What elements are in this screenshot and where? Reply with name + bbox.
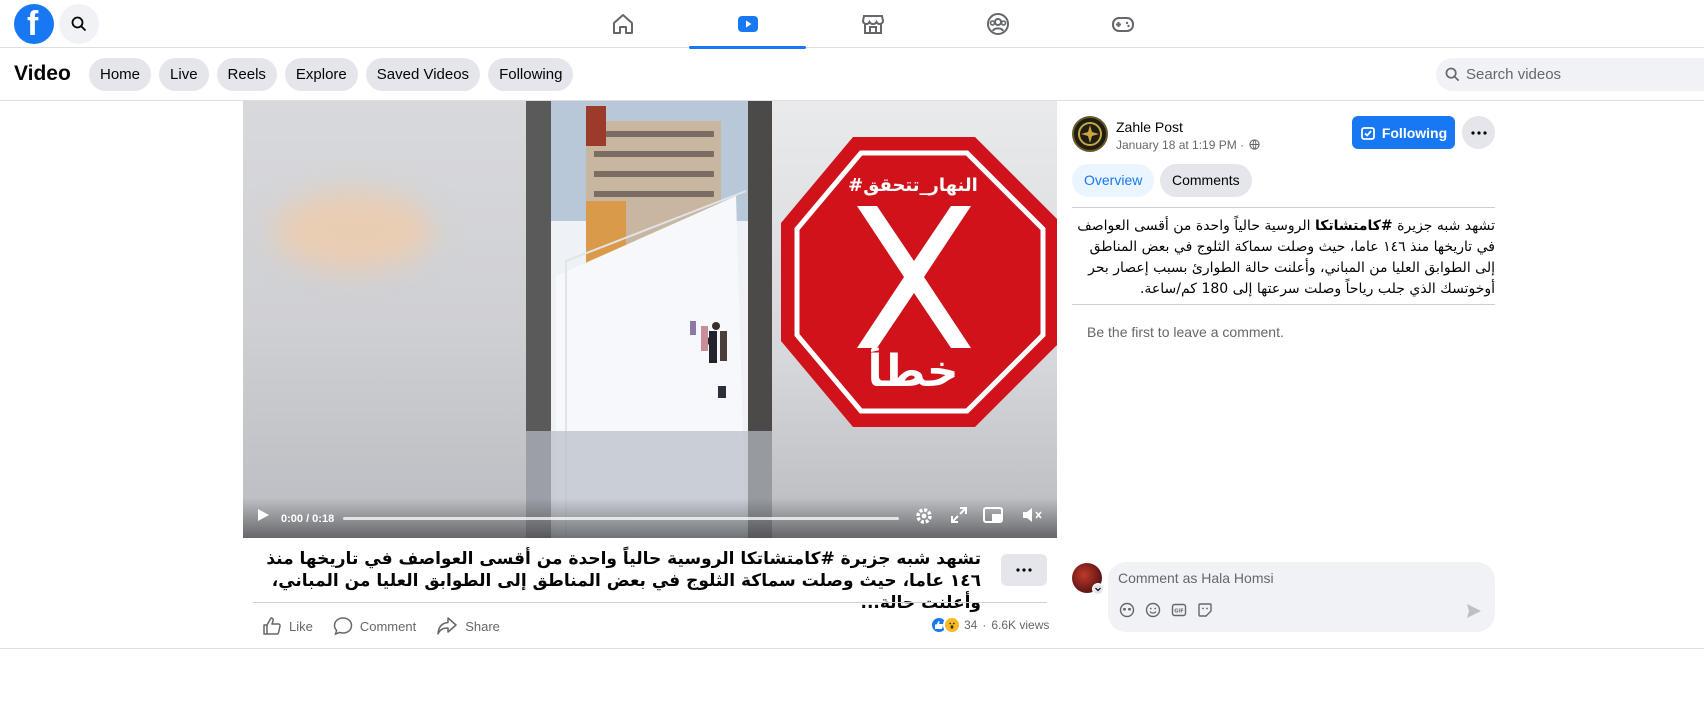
- tab-comments[interactable]: Comments: [1160, 164, 1252, 197]
- page-logo-image: [1078, 122, 1102, 146]
- avatar-status-icon: [1092, 583, 1104, 595]
- settings-gear-icon[interactable]: [914, 506, 934, 526]
- nav-groups[interactable]: [935, 0, 1060, 48]
- thumbs-up-icon: [263, 617, 281, 635]
- groups-icon: [986, 13, 1009, 35]
- video-time: 0:00 / 0:18: [281, 513, 335, 525]
- svg-text:GIF: GIF: [1174, 609, 1183, 615]
- muted-volume-icon[interactable]: [1021, 506, 1045, 524]
- user-avatar[interactable]: [1072, 563, 1104, 595]
- sticker-icon[interactable]: [1197, 602, 1213, 618]
- video-icon: [737, 16, 758, 32]
- send-icon[interactable]: [1465, 602, 1483, 620]
- video-blurred-right: #النهار_تتحقق خطأ: [772, 101, 1057, 538]
- post-time-text: January 18 at 1:19 PM ·: [1116, 138, 1245, 152]
- pill-following[interactable]: Following: [488, 58, 574, 91]
- share-label: Share: [465, 618, 500, 634]
- share-arrow-icon: [437, 617, 457, 635]
- main-nav: [560, 0, 1185, 49]
- globe-icon: [1249, 139, 1261, 150]
- page-title: Video: [14, 62, 71, 85]
- wow-reaction-icon[interactable]: [943, 616, 961, 634]
- overlay-hashtag: #النهار_تتحقق: [848, 175, 978, 196]
- page-more-button[interactable]: [1462, 116, 1495, 149]
- like-label: Like: [289, 618, 313, 634]
- description-hashtag[interactable]: #كامتشاتكا: [1315, 218, 1393, 234]
- overlay-verdict: خطأ: [867, 342, 958, 397]
- pill-home[interactable]: Home: [89, 58, 152, 91]
- more-dots-icon: [1470, 130, 1487, 135]
- divider: [1072, 207, 1495, 208]
- empty-comments-message: Be the first to leave a comment.: [1087, 324, 1284, 340]
- comment-button[interactable]: Comment: [333, 614, 416, 638]
- pill-live[interactable]: Live: [159, 58, 209, 91]
- reaction-count[interactable]: 34: [964, 618, 977, 632]
- snow-scene-image: [526, 101, 772, 538]
- search-button[interactable]: [59, 4, 99, 44]
- avatar-sticker-icon[interactable]: [1119, 602, 1135, 618]
- comment-input[interactable]: Comment as Hala Homsi GIF: [1108, 562, 1495, 632]
- video-subheader: Video Home Live Reels Explore Saved Vide…: [0, 49, 1704, 101]
- stats-separator: ·: [982, 618, 987, 632]
- tab-overview[interactable]: Overview: [1072, 164, 1155, 197]
- view-count: 6.6K views: [991, 618, 1050, 632]
- divider: [0, 648, 1704, 649]
- emoji-icon[interactable]: [1145, 602, 1161, 618]
- post-timestamp[interactable]: January 18 at 1:19 PM ·: [1116, 138, 1261, 152]
- facebook-logo[interactable]: f: [14, 4, 54, 44]
- top-navbar: f: [0, 0, 1704, 49]
- like-button[interactable]: Like: [262, 614, 313, 638]
- following-check-icon: [1360, 126, 1375, 140]
- divider: [253, 602, 1047, 603]
- pill-reels[interactable]: Reels: [216, 58, 277, 91]
- video-progress-bar[interactable]: [343, 517, 899, 520]
- following-label: Following: [1381, 124, 1448, 141]
- false-verdict-stop-sign: #النهار_تتحقق خطأ: [781, 137, 1057, 427]
- nav-video[interactable]: [685, 0, 810, 49]
- video-frame: [526, 101, 772, 538]
- post-more-button[interactable]: [1001, 554, 1047, 586]
- search-videos-input[interactable]: Search videos: [1436, 58, 1704, 91]
- description-start: تشهد شبه جزيرة: [1392, 218, 1495, 234]
- following-button[interactable]: Following: [1352, 116, 1455, 149]
- search-icon: [1445, 67, 1460, 82]
- gaming-icon: [1111, 17, 1134, 32]
- comment-label: Comment: [359, 618, 417, 634]
- play-icon[interactable]: [255, 506, 271, 524]
- post-actions: Like Comment Share: [262, 614, 520, 638]
- post-description: تشهد شبه جزيرة #كامتشاتكا الروسية حالياً…: [1072, 216, 1495, 300]
- video-nav-pills: Home Live Reels Explore Saved Videos Fol…: [89, 58, 574, 91]
- video-player[interactable]: #النهار_تتحقق خطأ 0:00 / 0:18: [243, 101, 1057, 538]
- nav-home[interactable]: [560, 0, 685, 48]
- fullscreen-icon[interactable]: [950, 506, 968, 524]
- search-icon: [71, 16, 87, 32]
- page-avatar[interactable]: [1072, 116, 1108, 152]
- marketplace-icon: [861, 15, 884, 34]
- post-caption: تشهد شبه جزيرة #كامتشاتكا الروسية حالياً…: [266, 549, 981, 613]
- picture-in-picture-icon[interactable]: [983, 506, 1003, 524]
- video-blurred-left: [243, 101, 526, 538]
- pill-explore[interactable]: Explore: [284, 58, 358, 91]
- comment-tools: GIF: [1119, 602, 1213, 618]
- nav-marketplace[interactable]: [810, 0, 935, 48]
- page-name[interactable]: Zahle Post: [1116, 119, 1183, 135]
- logo-letter: f: [27, 5, 39, 43]
- gif-icon[interactable]: GIF: [1171, 602, 1187, 618]
- post-stats: 34 · 6.6K views: [930, 616, 1049, 634]
- pill-saved-videos[interactable]: Saved Videos: [365, 58, 481, 91]
- comment-bubble-icon: [333, 617, 353, 636]
- divider: [1072, 304, 1495, 305]
- comment-placeholder: Comment as Hala Homsi: [1118, 570, 1274, 586]
- home-icon: [612, 14, 633, 34]
- nav-gaming[interactable]: [1060, 0, 1185, 48]
- share-button[interactable]: Share: [436, 614, 500, 638]
- more-dots-icon: [1016, 568, 1032, 572]
- search-placeholder: Search videos: [1466, 66, 1562, 83]
